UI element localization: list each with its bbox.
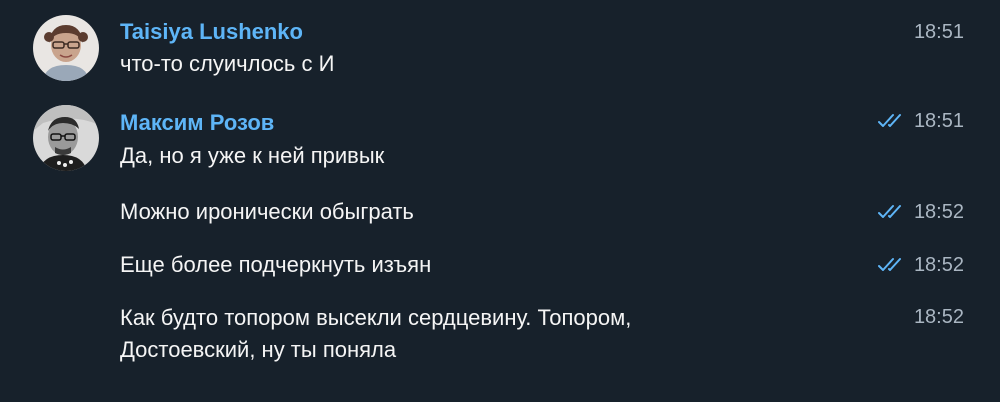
user-avatar-icon — [33, 15, 99, 81]
user-avatar-icon — [33, 105, 99, 171]
double-check-icon — [877, 257, 908, 273]
message-text: Можно иронически обыграть — [120, 199, 414, 224]
message-meta: 18:51 — [877, 108, 964, 134]
message-text: что-то слуичлось с И — [120, 51, 335, 76]
message-text: Как будто топором высекли сердцевину. То… — [120, 305, 632, 362]
message-meta: 18:51 — [914, 19, 964, 45]
sender-name[interactable]: Максим Розов — [120, 110, 274, 136]
chat-message-list: Taisiya Lushenko что-то слуичлось с И 18… — [0, 0, 1000, 402]
avatar[interactable] — [33, 15, 99, 81]
sender-name[interactable]: Taisiya Lushenko — [120, 19, 303, 45]
double-check-icon — [877, 113, 908, 129]
message-text: Еще более подчеркнуть изъян — [120, 252, 432, 277]
message-meta: 18:52 — [877, 252, 964, 278]
double-check-icon — [877, 204, 908, 220]
message-meta: 18:52 — [877, 199, 964, 225]
message-text: Да, но я уже к ней привык — [120, 143, 385, 168]
avatar[interactable] — [33, 105, 99, 171]
message-time: 18:51 — [913, 110, 964, 132]
message-time: 18:51 — [913, 21, 964, 43]
message-time: 18:52 — [913, 254, 964, 276]
message-meta: 18:52 — [914, 304, 964, 330]
message-time: 18:52 — [913, 306, 964, 328]
message-time: 18:52 — [913, 201, 964, 223]
